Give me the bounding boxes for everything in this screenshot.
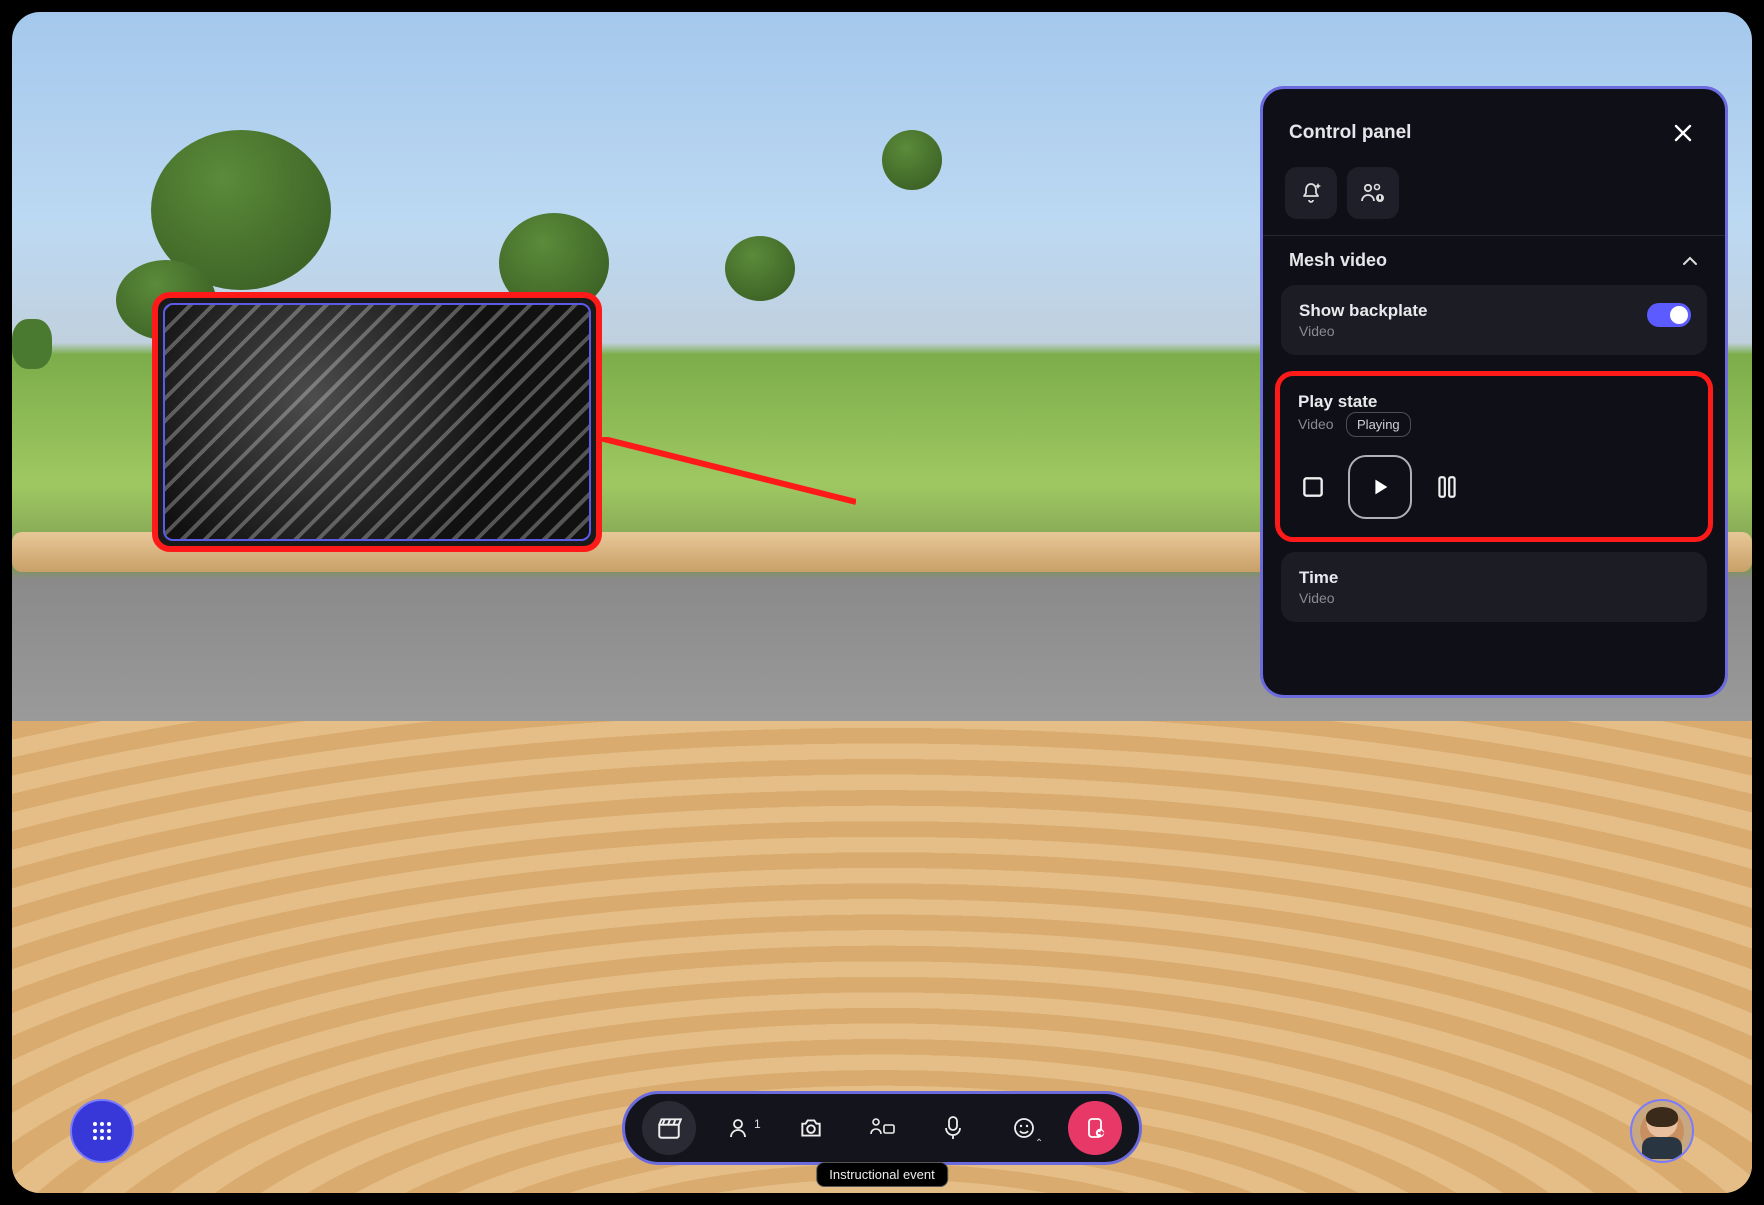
play-button[interactable] xyxy=(1348,455,1412,519)
setting-sublabel: Video xyxy=(1299,323,1689,339)
person-icon xyxy=(728,1116,752,1140)
show-backplate-setting: Show backplate Video xyxy=(1281,285,1707,355)
setting-label: Time xyxy=(1299,568,1689,588)
close-icon xyxy=(1673,123,1693,143)
mesh-video-section-header[interactable]: Mesh video xyxy=(1263,235,1725,285)
play-icon xyxy=(1369,476,1391,498)
bell-sparkle-icon xyxy=(1299,181,1323,205)
smiley-icon xyxy=(1012,1116,1036,1140)
participants-count: 1 xyxy=(754,1117,761,1131)
people-screen-icon xyxy=(868,1116,896,1140)
callout-connector xyxy=(596,437,856,507)
scene-video-screen[interactable] xyxy=(152,292,602,552)
stop-button[interactable] xyxy=(1300,474,1326,500)
play-state-badge: Playing xyxy=(1346,412,1411,437)
clapperboard-button[interactable] xyxy=(642,1101,696,1155)
apps-grid-button[interactable] xyxy=(70,1099,134,1163)
share-screen-button[interactable] xyxy=(855,1101,909,1155)
notify-button[interactable] xyxy=(1285,167,1337,219)
control-panel: Control panel xyxy=(1260,86,1728,698)
pause-icon xyxy=(1434,474,1460,500)
grid-dots-icon xyxy=(91,1120,113,1142)
section-title: Mesh video xyxy=(1289,250,1387,271)
time-setting[interactable]: Time Video xyxy=(1281,552,1707,622)
setting-sublabel: Video xyxy=(1299,590,1689,606)
video-texture xyxy=(163,303,591,541)
panel-title: Control panel xyxy=(1289,122,1411,144)
clapperboard-icon xyxy=(656,1115,682,1141)
my-avatar-button[interactable] xyxy=(1630,1099,1694,1163)
chevron-up-icon xyxy=(1681,252,1699,270)
show-backplate-toggle[interactable] xyxy=(1647,303,1691,327)
play-state-callout: Play state Video Playing xyxy=(1275,371,1713,542)
avatar-icon xyxy=(1640,1109,1684,1153)
people-settings-button[interactable] xyxy=(1347,167,1399,219)
microphone-button[interactable] xyxy=(926,1101,980,1155)
people-mic-icon xyxy=(1360,181,1386,205)
tree-decor xyxy=(882,130,942,190)
event-name-badge: Instructional event xyxy=(816,1162,948,1187)
leave-button[interactable] xyxy=(1068,1101,1122,1155)
session-toolbar: 1 ⌃ xyxy=(622,1091,1142,1165)
tree-decor xyxy=(725,236,795,301)
scene-3d-background: Control panel xyxy=(12,12,1752,1193)
participants-button[interactable]: 1 xyxy=(713,1101,767,1155)
microphone-icon xyxy=(942,1115,964,1141)
setting-label: Play state xyxy=(1298,392,1690,412)
stop-icon xyxy=(1300,474,1326,500)
setting-label: Show backplate xyxy=(1299,301,1689,321)
reactions-button[interactable]: ⌃ xyxy=(997,1101,1051,1155)
chevron-up-icon: ⌃ xyxy=(1035,1138,1043,1149)
camera-icon xyxy=(798,1115,824,1141)
leave-icon xyxy=(1084,1116,1106,1140)
camera-button[interactable] xyxy=(784,1101,838,1155)
bush-decor xyxy=(12,319,52,369)
close-button[interactable] xyxy=(1667,117,1699,149)
pause-button[interactable] xyxy=(1434,474,1460,500)
play-state-setting: Play state Video Playing xyxy=(1284,380,1704,531)
setting-sublabel: Video xyxy=(1298,416,1334,432)
